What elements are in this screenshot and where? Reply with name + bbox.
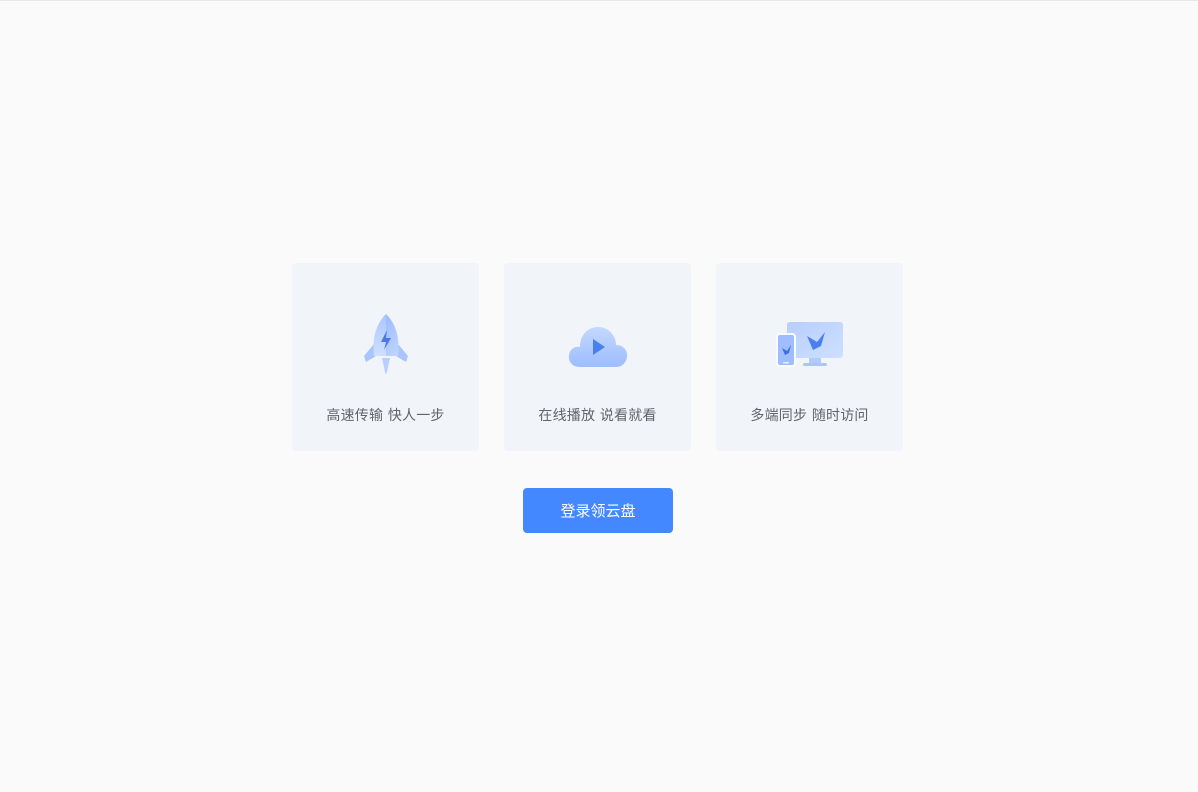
login-promo-page: 高速传输 快人一步 在线播放 说看就看 多端同步 随时访问 登录领云盘 bbox=[0, 0, 1198, 792]
cloud-play-icon bbox=[562, 309, 634, 381]
multi-device-icon bbox=[774, 309, 846, 381]
rocket-icon bbox=[350, 309, 422, 381]
login-button[interactable]: 登录领云盘 bbox=[523, 488, 673, 533]
feature-label-fast-transfer: 高速传输 快人一步 bbox=[326, 408, 445, 424]
feature-card-multi-device: 多端同步 随时访问 bbox=[716, 263, 903, 451]
feature-label-online-play: 在线播放 说看就看 bbox=[538, 408, 657, 424]
feature-card-online-play: 在线播放 说看就看 bbox=[504, 263, 691, 451]
feature-cards: 高速传输 快人一步 在线播放 说看就看 多端同步 随时访问 bbox=[292, 263, 904, 451]
feature-card-fast-transfer: 高速传输 快人一步 bbox=[292, 263, 479, 451]
feature-label-multi-device: 多端同步 随时访问 bbox=[750, 408, 869, 424]
